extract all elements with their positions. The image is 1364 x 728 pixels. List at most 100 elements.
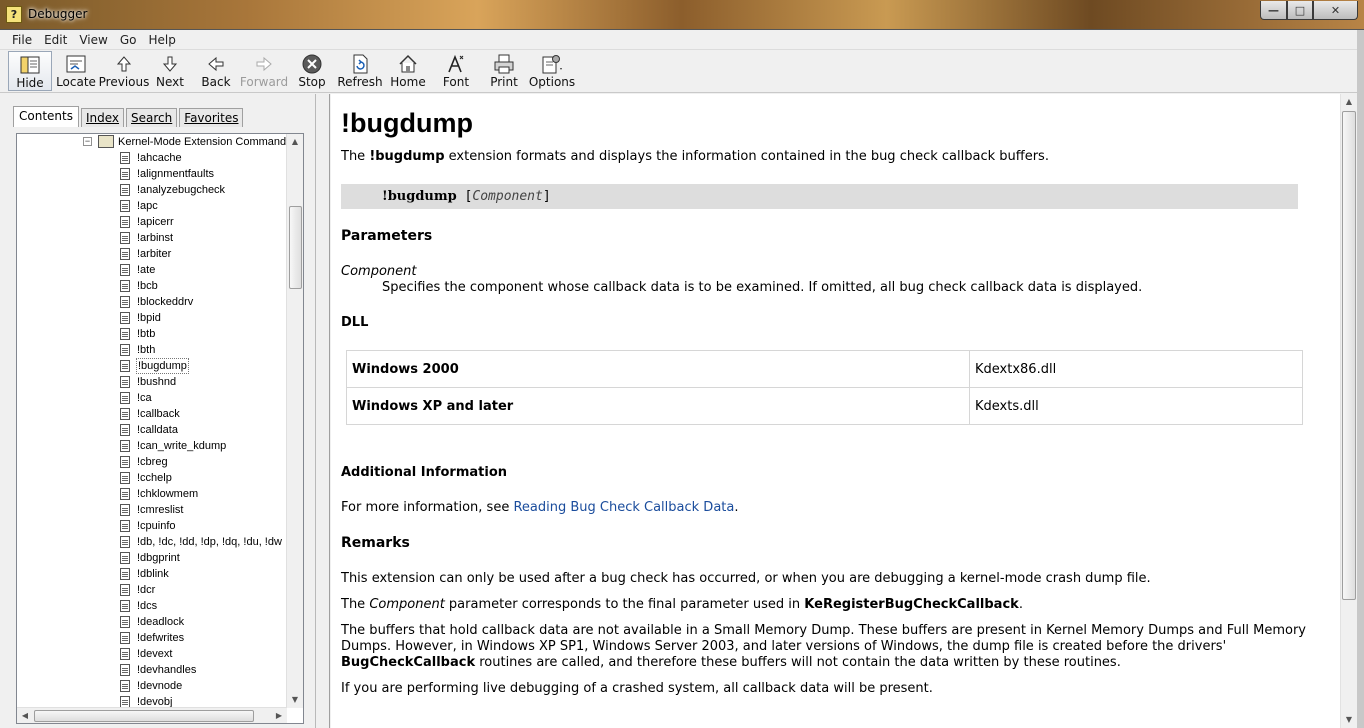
maximize-button[interactable]: □ (1287, 1, 1313, 20)
close-button[interactable]: ✕ (1313, 1, 1358, 20)
refresh-button[interactable]: Refresh (336, 51, 384, 91)
next-button[interactable]: Next (148, 51, 192, 91)
tree-item[interactable]: !apicerr (17, 214, 287, 230)
tree-item[interactable]: !dcs (17, 598, 287, 614)
tree-item-label: !analyzebugcheck (137, 184, 226, 196)
tree-item-label: !dcs (137, 600, 158, 612)
tab-index[interactable]: Index (80, 108, 125, 127)
stop-button[interactable]: Stop (288, 51, 336, 91)
print-button[interactable]: Print (480, 51, 528, 91)
tree-hscroll-thumb[interactable] (34, 710, 254, 722)
back-button[interactable]: Back (192, 51, 240, 91)
topic-content: !bugdump The !bugdump extension formats … (331, 94, 1340, 728)
tree-item[interactable]: !arbinst (17, 230, 287, 246)
document-icon (120, 552, 130, 564)
document-icon (120, 392, 130, 404)
tree-item[interactable]: !bth (17, 342, 287, 358)
scroll-down-icon[interactable]: ▼ (1341, 712, 1357, 728)
document-icon (120, 504, 130, 516)
content-vertical-scrollbar[interactable]: ▲ ▼ (1340, 94, 1357, 728)
tree-item[interactable]: !blockeddrv (17, 294, 287, 310)
tree-item-label: !devnode (137, 680, 183, 692)
tree-item[interactable]: !calldata (17, 422, 287, 438)
tree-item[interactable]: !db, !dc, !dd, !dp, !dq, !du, !dw (17, 534, 287, 550)
menu-view[interactable]: View (73, 33, 113, 47)
tree-item[interactable]: !cbreg (17, 454, 287, 470)
tree-vertical-scrollbar[interactable]: ▲ ▼ (286, 134, 303, 708)
tree-item[interactable]: !devnode (17, 678, 287, 694)
content-scroll-thumb[interactable] (1342, 111, 1356, 600)
document-icon (120, 328, 130, 340)
scroll-right-icon[interactable]: ▶ (271, 708, 287, 723)
tree-item[interactable]: !dbgprint (17, 550, 287, 566)
printer-icon (493, 54, 515, 74)
tree-item[interactable]: !devext (17, 646, 287, 662)
document-icon (120, 216, 130, 228)
menu-help[interactable]: Help (142, 33, 181, 47)
tree-scroll-thumb[interactable] (289, 206, 302, 289)
locate-button[interactable]: Locate (52, 51, 100, 91)
menu-edit[interactable]: Edit (38, 33, 73, 47)
document-icon (120, 344, 130, 356)
document-icon (120, 312, 130, 324)
scroll-up-icon[interactable]: ▲ (1341, 94, 1357, 110)
tree-item[interactable]: !btb (17, 326, 287, 342)
document-icon (120, 248, 130, 260)
title-bar: ? Debugger — □ ✕ (0, 0, 1364, 30)
tree-node-kernel-mode-extension-commands[interactable]: − Kernel-Mode Extension Commands (17, 134, 292, 150)
tree-item-label: !btb (137, 328, 156, 340)
tree-item[interactable]: !alignmentfaults (17, 166, 287, 182)
tree-item[interactable]: !deadlock (17, 614, 287, 630)
tree-item[interactable]: !callback (17, 406, 287, 422)
minimize-button[interactable]: — (1260, 1, 1287, 20)
tree-item-label: !defwrites (137, 632, 185, 644)
tree-item-label: !bpid (137, 312, 161, 324)
scroll-left-icon[interactable]: ◀ (17, 708, 33, 723)
tree-item[interactable]: !chklowmem (17, 486, 287, 502)
tree-item[interactable]: !bushnd (17, 374, 287, 390)
tab-search[interactable]: Search (126, 108, 178, 127)
arrow-right-icon (253, 54, 275, 74)
tree-item[interactable]: !bugdump (17, 358, 287, 374)
tree-item-label: !db, !dc, !dd, !dp, !dq, !du, !dw (137, 536, 282, 548)
document-icon (120, 568, 130, 580)
tree-item[interactable]: !analyzebugcheck (17, 182, 287, 198)
tree-item-label: !arbinst (137, 232, 174, 244)
menu-file[interactable]: File (6, 33, 38, 47)
window-title: Debugger (28, 7, 88, 21)
tree-item[interactable]: !bpid (17, 310, 287, 326)
tree-horizontal-scrollbar[interactable]: ◀ ▶ (17, 707, 287, 723)
tree-item[interactable]: !dblink (17, 566, 287, 582)
reading-bug-check-callback-data-link[interactable]: Reading Bug Check Callback Data (513, 500, 734, 515)
tree-item[interactable]: !ahcache (17, 150, 287, 166)
document-icon (120, 648, 130, 660)
forward-button[interactable]: Forward (240, 51, 288, 91)
font-button[interactable]: Font (432, 51, 480, 91)
tree-item[interactable]: !cpuinfo (17, 518, 287, 534)
tree-item[interactable]: !cmreslist (17, 502, 287, 518)
tree-item[interactable]: !ca (17, 390, 287, 406)
tab-favorites[interactable]: Favorites (179, 108, 244, 127)
scroll-down-icon[interactable]: ▼ (287, 692, 303, 708)
tree-item[interactable]: !can_write_kdump (17, 438, 287, 454)
document-icon (120, 536, 130, 548)
tree-item[interactable]: !arbiter (17, 246, 287, 262)
hide-button[interactable]: Hide (8, 51, 52, 91)
previous-button[interactable]: Previous (99, 51, 149, 91)
collapse-icon[interactable]: − (83, 137, 92, 146)
tab-contents[interactable]: Contents (13, 106, 79, 127)
home-button[interactable]: Home (384, 51, 432, 91)
tree-item[interactable]: !bcb (17, 278, 287, 294)
document-icon (120, 200, 130, 212)
tree-item[interactable]: !cchelp (17, 470, 287, 486)
menu-go[interactable]: Go (114, 33, 143, 47)
pane-splitter[interactable] (317, 94, 330, 728)
options-button[interactable]: Options (528, 51, 576, 91)
tree-item[interactable]: !ate (17, 262, 287, 278)
tree-item[interactable]: !devhandles (17, 662, 287, 678)
tree-item[interactable]: !defwrites (17, 630, 287, 646)
tree-item[interactable]: !apc (17, 198, 287, 214)
tree-item-label: !cbreg (137, 456, 168, 468)
tree-item[interactable]: !dcr (17, 582, 287, 598)
scroll-up-icon[interactable]: ▲ (287, 134, 303, 150)
